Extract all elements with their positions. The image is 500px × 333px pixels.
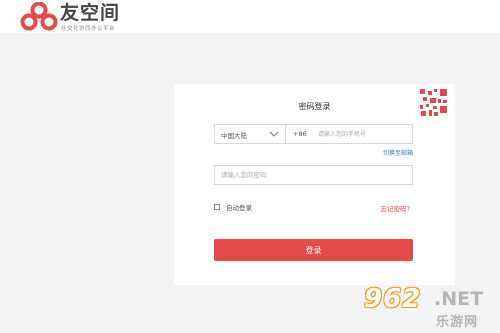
switch-to-email-link[interactable]: 切换至邮箱 <box>383 148 413 157</box>
country-code: +86 <box>293 130 307 138</box>
login-button[interactable]: 登录 <box>214 239 413 261</box>
top-header: 友空间 社交化协同办公平台 <box>0 0 500 35</box>
chevron-down-icon <box>269 131 279 137</box>
password-input[interactable] <box>214 165 413 185</box>
watermark: 962 .NET 乐游网 <box>360 280 500 333</box>
phone-input[interactable] <box>318 126 410 142</box>
watermark-site: 乐游网 <box>436 315 479 330</box>
logo-slogan: 社交化协同办公平台 <box>61 26 116 32</box>
watermark-logo: 962 <box>364 284 422 314</box>
login-card: 密码登录 中国大陆 +86 切换至邮箱 自动登录 忘记密码？ 登录 <box>174 84 455 285</box>
logo-name: 友空间 <box>60 2 121 24</box>
auto-login-checkbox[interactable] <box>214 204 220 210</box>
forgot-password-link[interactable]: 忘记密码？ <box>381 203 414 213</box>
auto-login-label: 自动登录 <box>226 204 252 212</box>
login-title: 密码登录 <box>298 102 331 111</box>
phone-field: 中国大陆 +86 <box>214 124 413 144</box>
logo-icon <box>20 2 58 31</box>
country-label: 中国大陆 <box>221 132 247 140</box>
country-select[interactable]: 中国大陆 <box>215 125 286 143</box>
auto-login-option[interactable]: 自动登录 <box>214 202 252 212</box>
watermark-suffix: .NET <box>434 288 484 310</box>
